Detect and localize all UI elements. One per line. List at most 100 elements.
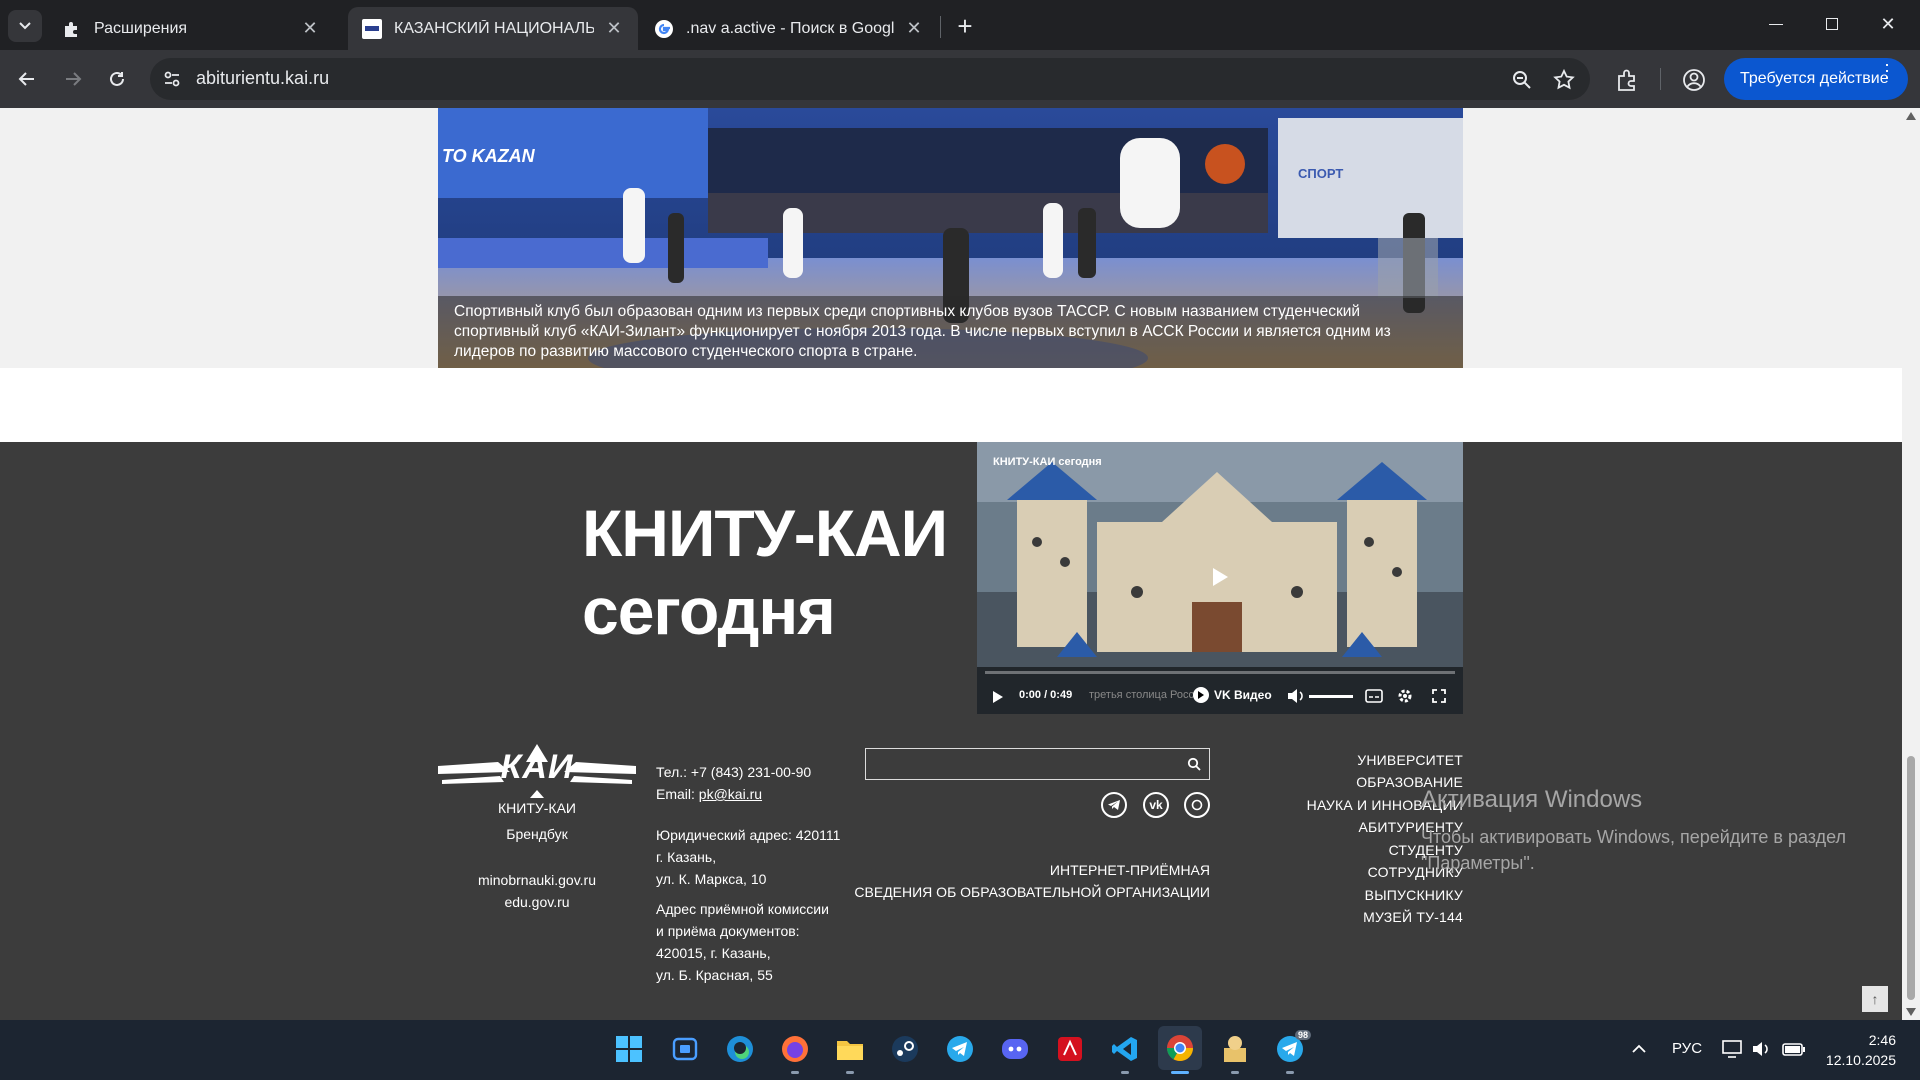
- activation-watermark-title: Активация Windows: [1421, 786, 1643, 813]
- clock-date: 12.10.2025: [1825, 1052, 1896, 1068]
- steam-icon[interactable]: [888, 1032, 922, 1066]
- minimize-button[interactable]: [1756, 8, 1796, 40]
- admission-address: Адрес приёмной комиссии и приёма докумен…: [656, 898, 829, 986]
- email-label: Email:: [656, 786, 699, 802]
- scroll-down-arrow-icon[interactable]: [1906, 1008, 1916, 1016]
- edge-icon[interactable]: [723, 1032, 757, 1066]
- email-link[interactable]: pk@kai.ru: [699, 786, 762, 802]
- vk-icon[interactable]: vk: [1143, 792, 1169, 818]
- app-icon[interactable]: [1218, 1032, 1252, 1066]
- video-progress-bar[interactable]: [985, 671, 1455, 674]
- page-scrollbar[interactable]: [1902, 108, 1920, 1020]
- org-name: КНИТУ-КАИ: [498, 800, 576, 816]
- vk-brand-label: VK Видео: [1214, 688, 1272, 702]
- running-indicator: [846, 1071, 854, 1074]
- extensions-icon[interactable]: [1614, 66, 1642, 94]
- footer-nav-museum[interactable]: МУЗЕЙ ТУ-144: [1363, 909, 1463, 925]
- close-window-button[interactable]: ✕: [1868, 8, 1908, 40]
- tab-google[interactable]: .nav a.active - Поиск в Google ✕: [640, 7, 938, 50]
- arrow-right-icon: [66, 72, 82, 86]
- scrollbar-thumb[interactable]: [1907, 756, 1915, 1000]
- tab-title: КАЗАНСКИЙ НАЦИОНАЛЬНЫЙ: [394, 19, 594, 37]
- close-tab-icon[interactable]: ✕: [300, 18, 320, 39]
- close-tab-icon[interactable]: ✕: [604, 18, 624, 39]
- footer-nav-graduate[interactable]: ВЫПУСКНИКУ: [1365, 887, 1463, 903]
- acrobat-icon[interactable]: [1053, 1032, 1087, 1066]
- site-info-icon[interactable]: [160, 67, 184, 91]
- close-tab-icon[interactable]: ✕: [904, 18, 924, 39]
- telegram-taskbar-icon[interactable]: [943, 1032, 977, 1066]
- kebab-menu-icon[interactable]: ⋮: [1878, 62, 1896, 80]
- search-icon[interactable]: [1187, 757, 1201, 771]
- tab-kai[interactable]: КАЗАНСКИЙ НАЦИОНАЛЬНЫЙ ✕: [348, 7, 638, 50]
- zoom-icon[interactable]: [1510, 68, 1534, 92]
- small-play-icon[interactable]: [991, 690, 1005, 704]
- file-explorer-icon[interactable]: [833, 1032, 867, 1066]
- volume-icon[interactable]: [1287, 688, 1305, 704]
- section-title: КНИТУ-КАИ сегодня: [582, 494, 948, 650]
- discord-icon[interactable]: [998, 1032, 1032, 1066]
- clock-time: 2:46: [1868, 1032, 1896, 1048]
- google-icon: [655, 19, 673, 38]
- chevron-up-icon[interactable]: [1632, 1044, 1646, 1054]
- telegram-icon[interactable]: [1101, 792, 1127, 818]
- scroll-up-arrow-icon[interactable]: [1906, 112, 1916, 120]
- logo-text: КАИ: [500, 748, 574, 786]
- scroll-to-top-button[interactable]: ↑: [1862, 986, 1888, 1012]
- tab-title: Расширения: [94, 19, 188, 37]
- legal-address-line: Юридический адрес: 420111: [656, 827, 841, 843]
- back-button[interactable]: [10, 62, 44, 96]
- kai-favicon-icon: [362, 18, 382, 39]
- sports-club-photo: TO KAZAN СПОРТ Спортивный клуб был образ…: [438, 108, 1463, 368]
- legal-address: Юридический адрес: 420111 г. Казань, ул.…: [656, 824, 840, 890]
- vscode-icon[interactable]: [1108, 1032, 1142, 1066]
- video-subtitle: третья столица России: [1089, 689, 1207, 701]
- fullscreen-icon[interactable]: [1431, 688, 1447, 704]
- edu-gov-link[interactable]: edu.gov.ru: [438, 894, 636, 910]
- network-icon[interactable]: [1722, 1039, 1744, 1059]
- settings-gear-icon[interactable]: [1397, 688, 1413, 704]
- vk-play-icon: [1193, 687, 1209, 703]
- clock[interactable]: 2:46 12.10.2025: [1820, 1030, 1896, 1070]
- telegram-desktop-icon[interactable]: 98: [1273, 1030, 1311, 1066]
- video-time: 0:00 / 0:49: [1019, 689, 1073, 701]
- internet-reception-link[interactable]: ИНТЕРНЕТ-ПРИЁМНАЯ: [1050, 862, 1210, 878]
- bookmark-star-icon[interactable]: [1552, 68, 1576, 92]
- subtitles-icon[interactable]: [1365, 688, 1383, 704]
- minobrnauki-link[interactable]: minobrnauki.gov.ru: [438, 872, 636, 888]
- task-view-icon[interactable]: [668, 1032, 702, 1066]
- footer: КНИТУ-КАИ сегодня КНИТУ-КАИ сегодня 0:00…: [0, 442, 1902, 1020]
- brandbook-link[interactable]: Брендбук: [438, 826, 636, 842]
- tab-strip: Расширения ✕ КАЗАНСКИЙ НАЦИОНАЛЬНЫЙ ✕ .n…: [0, 0, 1920, 50]
- footer-nav-university[interactable]: УНИВЕРСИТЕТ: [1357, 752, 1463, 768]
- action-required-button[interactable]: Требуется действие ⋮: [1724, 58, 1908, 100]
- restore-button[interactable]: [1812, 8, 1852, 40]
- reload-button[interactable]: [100, 62, 134, 96]
- volume-slider[interactable]: [1309, 695, 1353, 698]
- firefox-icon[interactable]: [778, 1032, 812, 1066]
- vk-video-brand[interactable]: VK Видео: [1193, 687, 1272, 703]
- volume-speaker-icon[interactable]: [1752, 1040, 1772, 1058]
- new-tab-button[interactable]: +: [948, 10, 982, 42]
- forward-button[interactable]: [56, 62, 90, 96]
- battery-icon[interactable]: [1782, 1041, 1806, 1057]
- video-overlay-title: КНИТУ-КАИ сегодня: [993, 456, 1102, 468]
- chrome-icon[interactable]: [1158, 1026, 1202, 1070]
- arrow-up-icon: ↑: [1871, 991, 1879, 1007]
- tab-extensions[interactable]: Расширения ✕: [48, 7, 334, 50]
- video-player[interactable]: КНИТУ-КАИ сегодня 0:00 / 0:49 третья сто…: [977, 442, 1463, 714]
- admission-address-line: и приёма документов:: [656, 923, 800, 939]
- admission-address-line: Адрес приёмной комиссии: [656, 901, 829, 917]
- address-bar[interactable]: [150, 58, 1590, 100]
- start-windows-icon[interactable]: [612, 1032, 646, 1066]
- admission-address-line: ул. Б. Красная, 55: [656, 967, 773, 983]
- org-info-link[interactable]: СВЕДЕНИЯ ОБ ОБРАЗОВАТЕЛЬНОЙ ОРГАНИЗАЦИИ: [854, 884, 1210, 900]
- play-icon[interactable]: [1201, 558, 1239, 596]
- profile-icon[interactable]: [1680, 66, 1708, 94]
- footer-search-input[interactable]: [865, 748, 1210, 780]
- tab-search-button[interactable]: [8, 10, 42, 42]
- whatsapp-icon[interactable]: [1184, 792, 1210, 818]
- language-indicator[interactable]: РУС: [1672, 1040, 1702, 1057]
- url-text[interactable]: abiturientu.kai.ru: [196, 68, 329, 89]
- section-title-line1: КНИТУ-КАИ: [582, 496, 948, 570]
